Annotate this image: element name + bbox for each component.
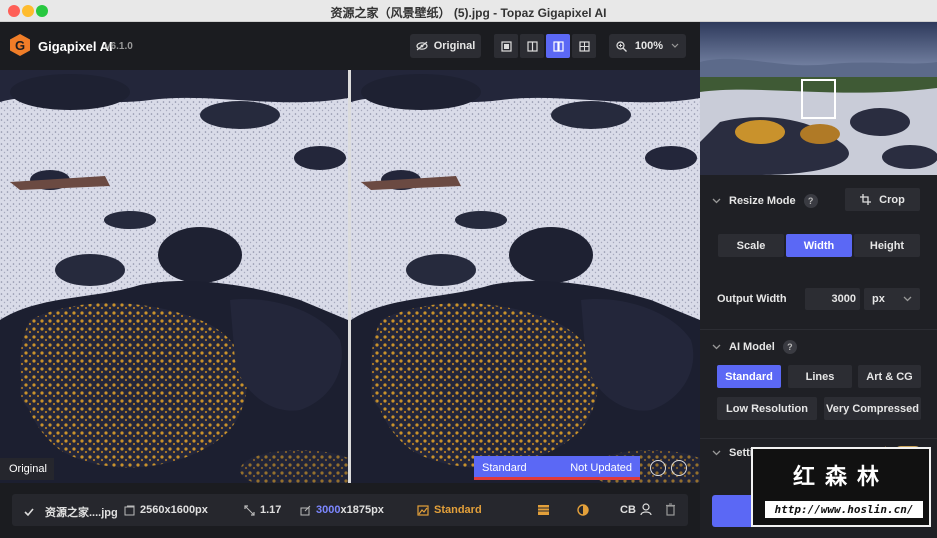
trash-icon[interactable] (665, 503, 676, 516)
crop-button[interactable]: Crop (845, 188, 920, 211)
watermark-text: 红森林 (792, 465, 889, 490)
navigator-thumbnail[interactable] (700, 22, 937, 175)
preview-status-bar: Standard Not Updated (474, 456, 640, 480)
original-toggle-label: Original (433, 40, 476, 52)
view-split-button[interactable] (520, 34, 544, 58)
gigapixel-logo-icon: G (10, 34, 30, 56)
original-image (0, 70, 348, 483)
unit-value: px (872, 293, 885, 305)
crop-icon (860, 194, 872, 205)
view-single-button[interactable] (494, 34, 518, 58)
zoom-select[interactable]: 100% (609, 34, 686, 58)
view-side-by-side-button[interactable] (546, 34, 570, 58)
chevron-down-icon (712, 344, 721, 350)
file-row[interactable]: 资源之家....jpg 2560x1600px 1.17 3000x1875px… (12, 494, 688, 526)
app-version: v6.1.0 (105, 41, 133, 52)
scale-value: 1.17 (260, 504, 282, 516)
grid-view-icon (578, 40, 590, 52)
image-preview[interactable]: Original Standard Not Updated (0, 70, 700, 483)
unit-select[interactable]: px (864, 288, 920, 310)
chevron-down-icon (712, 450, 721, 456)
person-icon[interactable] (640, 503, 652, 516)
watermark-url: http://www.hoslin.cn/ (765, 501, 923, 518)
preview-pane[interactable] (351, 70, 700, 483)
file-queue: 资源之家....jpg 2560x1600px 1.17 3000x1875px… (0, 483, 700, 538)
original-pane[interactable] (0, 70, 348, 483)
chevron-down-icon (671, 43, 679, 48)
mode-scale-button[interactable]: Scale (718, 234, 784, 257)
output-height: x1875px (340, 504, 384, 516)
top-toolbar: G Gigapixel AI v6.1.0 Original 100% (0, 22, 700, 70)
model-standard-button[interactable]: Standard (717, 365, 781, 388)
view-mode-group (494, 34, 596, 58)
ai-model-title: AI Model (729, 341, 775, 353)
original-toggle-button[interactable]: Original (410, 34, 481, 58)
view-grid-button[interactable] (572, 34, 596, 58)
feedback-sad-icon[interactable] (671, 460, 687, 476)
resize-mode-header[interactable]: Resize Mode ? (712, 194, 818, 208)
window-titlebar: 资源之家（风景壁纸） (5).jpg - Topaz Gigapixel AI (0, 0, 937, 22)
output-width: 3000 (316, 504, 341, 516)
zoom-icon (616, 40, 627, 52)
status-state: Not Updated (570, 462, 632, 474)
svg-text:G: G (15, 38, 25, 53)
section-divider (700, 438, 937, 439)
image-size-icon (124, 505, 135, 515)
crop-label: Crop (879, 193, 905, 206)
eye-off-icon (416, 41, 428, 51)
side-by-side-icon (552, 40, 564, 52)
model-low-resolution-button[interactable]: Low Resolution (717, 397, 817, 420)
app-name: Gigapixel AI (38, 39, 113, 54)
color-balance-label[interactable]: CB (620, 504, 636, 516)
ai-model-header[interactable]: AI Model ? (712, 340, 797, 354)
feedback-happy-icon[interactable] (650, 460, 666, 476)
output-width-input[interactable]: 3000 (805, 288, 860, 310)
denoise-icon[interactable] (537, 504, 550, 516)
file-name: 资源之家....jpg (45, 507, 118, 519)
output-size-icon (300, 505, 311, 515)
site-watermark: 红森林 http://www.hoslin.cn/ (751, 447, 931, 527)
window-title: 资源之家（风景壁纸） (5).jpg - Topaz Gigapixel AI (330, 6, 607, 20)
resize-mode-title: Resize Mode (729, 195, 796, 207)
enhanced-image (351, 70, 700, 483)
model-art-cg-button[interactable]: Art & CG (858, 365, 921, 388)
original-pane-label: Original (0, 458, 54, 480)
model-lines-button[interactable]: Lines (788, 365, 852, 388)
section-divider (700, 329, 937, 330)
model-very-compressed-button[interactable]: Very Compressed (824, 397, 921, 420)
checkmark-icon[interactable] (24, 507, 34, 517)
model-icon (417, 504, 429, 516)
chevron-down-icon (712, 198, 721, 204)
help-icon[interactable]: ? (803, 194, 818, 208)
navigator-image (700, 22, 937, 175)
chevron-down-icon (903, 296, 912, 302)
status-model: Standard (482, 462, 527, 474)
face-recovery-icon[interactable] (577, 504, 589, 516)
mode-width-button[interactable]: Width (786, 234, 852, 257)
scale-icon (244, 504, 255, 516)
help-icon[interactable]: ? (782, 340, 797, 354)
input-size: 2560x1600px (140, 504, 208, 516)
split-view-icon (526, 40, 538, 52)
file-model: Standard (434, 504, 482, 516)
single-view-icon (500, 40, 512, 52)
zoom-value: 100% (634, 40, 664, 52)
output-width-label: Output Width (717, 293, 787, 305)
mode-height-button[interactable]: Height (854, 234, 920, 257)
